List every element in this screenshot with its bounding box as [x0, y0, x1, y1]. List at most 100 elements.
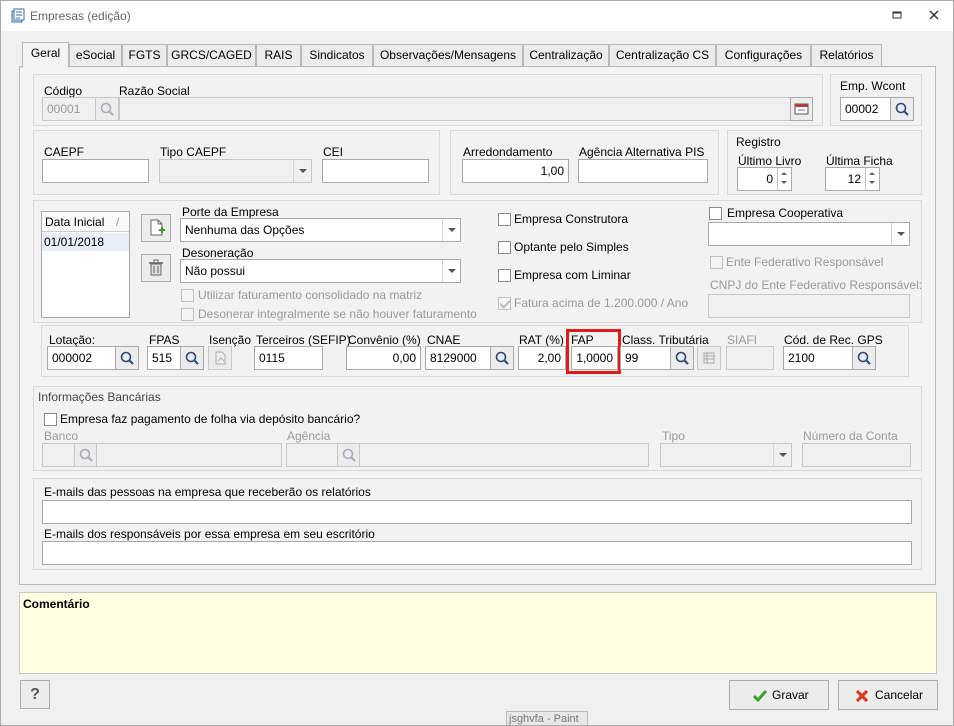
tab-relatorios[interactable]: Relatórios	[811, 44, 882, 67]
arredondamento-input[interactable]: 1,00	[462, 159, 569, 183]
close-icon[interactable]	[926, 7, 942, 23]
fpas-input[interactable]: 515	[147, 346, 181, 370]
cnpj-ente-input[interactable]	[708, 294, 910, 318]
convenio-input[interactable]: 0,00	[346, 346, 421, 370]
agencia-pis-input[interactable]	[578, 159, 708, 183]
delete-row-button[interactable]	[141, 254, 171, 282]
title-bar: Empresas (edição)	[1, 1, 953, 31]
empresa-cooperativa-checkbox[interactable]	[709, 207, 722, 220]
add-row-button[interactable]	[141, 214, 171, 242]
desoneracao-combo[interactable]: Não possui	[180, 259, 461, 283]
grid-row[interactable]: 01/01/2018	[42, 233, 129, 251]
emp-wcont-search-button[interactable]	[890, 97, 914, 121]
emails-pessoas-input[interactable]	[42, 500, 912, 524]
banco-code-input[interactable]	[42, 443, 75, 467]
tab-rais[interactable]: RAIS	[256, 44, 301, 67]
agencia-name-input[interactable]	[359, 443, 649, 467]
tab-centralizacao-cs[interactable]: Centralização CS	[609, 44, 716, 67]
emails-responsaveis-input[interactable]	[42, 541, 912, 565]
numero-conta-input[interactable]	[802, 443, 911, 467]
class-tributaria-input[interactable]: 99	[620, 346, 671, 370]
cooperativa-combo[interactable]	[708, 222, 910, 246]
emp-wcont-input[interactable]: 00002	[840, 97, 892, 121]
registro-label: Registro	[736, 135, 781, 149]
codigo-input[interactable]: 00001	[42, 97, 96, 121]
lotacao-input[interactable]: 000002	[47, 346, 116, 370]
cei-input[interactable]	[322, 159, 429, 183]
isencao-button[interactable]	[208, 346, 232, 370]
porte-value: Nenhuma das Opções	[185, 223, 305, 237]
desoneracao-value: Não possui	[185, 264, 246, 278]
empresa-liminar-checkbox[interactable]	[498, 269, 511, 282]
codigo-search-button[interactable]	[95, 97, 119, 121]
ente-federativo-checkbox[interactable]	[710, 256, 723, 269]
calendar-icon	[794, 103, 809, 115]
rat-input[interactable]: 2,00	[518, 346, 566, 370]
class-tributaria-list-button[interactable]	[697, 346, 721, 370]
agencia-search-button[interactable]	[337, 443, 360, 467]
spinner-icon[interactable]	[865, 168, 879, 190]
cnae-input[interactable]: 8129000	[425, 346, 491, 370]
class-tributaria-search-button[interactable]	[670, 346, 694, 370]
caepf-input[interactable]	[42, 159, 149, 183]
optante-simples-checkbox[interactable]	[498, 241, 511, 254]
restore-icon[interactable]	[889, 7, 905, 23]
window-title: Empresas (edição)	[30, 9, 131, 23]
cod-rec-gps-search-button[interactable]	[852, 346, 876, 370]
numero-conta-label: Número da Conta	[803, 429, 898, 443]
razao-social-input[interactable]	[119, 97, 792, 121]
ultimo-livro-input[interactable]: 0	[737, 167, 792, 191]
porte-combo[interactable]: Nenhuma das Opções	[180, 218, 461, 242]
agencia-code-input[interactable]	[286, 443, 338, 467]
fpas-search-button[interactable]	[180, 346, 204, 370]
empresa-construtora-label: Empresa Construtora	[514, 212, 629, 226]
siafi-input[interactable]	[726, 346, 774, 370]
isencao-label: Isenção	[209, 333, 252, 347]
search-icon	[79, 448, 93, 462]
tab-observacoes[interactable]: Observações/Mensagens	[373, 44, 523, 67]
fatura-acima-checkbox[interactable]	[498, 297, 511, 310]
utilizar-faturamento-checkbox[interactable]	[181, 289, 194, 302]
tab-grcs-caged[interactable]: GRCS/CAGED	[167, 44, 256, 67]
empresa-construtora-checkbox[interactable]	[498, 213, 511, 226]
gravar-label: Gravar	[772, 688, 809, 702]
desonerar-integralmente-checkbox[interactable]	[181, 308, 194, 321]
desoneracao-label: Desoneração	[182, 246, 254, 260]
grid-cell: 01/01/2018	[44, 235, 105, 249]
tipo-label: Tipo	[662, 429, 685, 443]
banco-name-input[interactable]	[96, 443, 282, 467]
ultima-ficha-label: Última Ficha	[826, 154, 893, 168]
tab-centralizacao[interactable]: Centralização	[523, 44, 609, 67]
data-inicial-grid[interactable]: Data Inicial / 01/01/2018	[41, 211, 130, 318]
spinner-icon[interactable]	[777, 168, 791, 190]
cancel-x-icon	[855, 689, 869, 703]
ultima-ficha-input[interactable]: 12	[825, 167, 880, 191]
grid-header-label: Data Inicial	[45, 215, 105, 229]
tipo-combo[interactable]	[660, 443, 792, 467]
tab-configuracoes[interactable]: Configurações	[716, 44, 811, 67]
terceiros-input[interactable]: 0115	[254, 346, 323, 370]
trash-icon	[149, 259, 163, 276]
grid-header: Data Inicial /	[42, 212, 129, 232]
lotacao-search-button[interactable]	[115, 346, 139, 370]
gravar-button[interactable]: Gravar	[729, 680, 829, 710]
comentario-textarea[interactable]: Comentário	[19, 592, 937, 674]
ultimo-livro-label: Último Livro	[738, 154, 802, 168]
search-icon	[185, 351, 199, 365]
tab-sindicatos[interactable]: Sindicatos	[301, 44, 373, 67]
tab-geral[interactable]: Geral	[22, 42, 69, 68]
tab-esocial[interactable]: eSocial	[69, 44, 122, 67]
help-button[interactable]: ?	[20, 680, 50, 709]
cancelar-button[interactable]: Cancelar	[838, 680, 938, 710]
cod-rec-gps-input[interactable]: 2100	[783, 346, 853, 370]
list-icon	[703, 352, 715, 364]
search-icon	[120, 351, 134, 365]
banco-search-button[interactable]	[74, 443, 97, 467]
tipo-caepf-combo[interactable]	[159, 159, 312, 183]
razao-social-calendar-button[interactable]	[790, 97, 813, 121]
pagamento-deposito-checkbox[interactable]	[44, 413, 57, 426]
chevron-down-icon	[891, 223, 909, 245]
tab-fgts[interactable]: FGTS	[122, 44, 167, 67]
cnae-search-button[interactable]	[490, 346, 514, 370]
class-tributaria-label: Class. Tributária	[622, 333, 709, 347]
